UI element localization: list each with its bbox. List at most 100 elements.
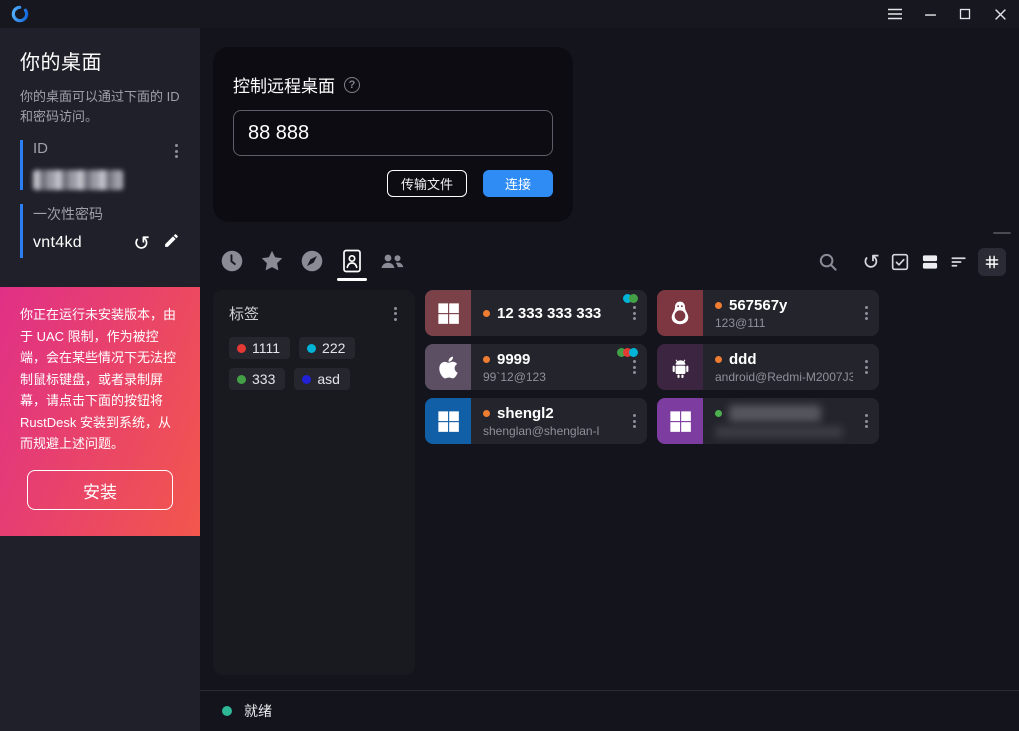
peer-menu-button[interactable] [631, 304, 638, 322]
minimize-button[interactable] [919, 3, 941, 25]
peer-menu-button[interactable] [863, 412, 870, 430]
peer-card[interactable] [657, 398, 879, 444]
peer-subtitle-redacted [715, 426, 843, 438]
windows-icon [425, 290, 471, 336]
clock-icon [219, 248, 245, 274]
peer-name: ddd [729, 351, 757, 368]
maximize-button[interactable] [954, 3, 976, 25]
view-grid-button[interactable] [978, 248, 1006, 276]
control-remote-desktop-card: 控制远程桌面 ? 传输文件 连接 [213, 47, 573, 222]
tag-label: 333 [252, 371, 275, 387]
menu-hamburger-icon[interactable] [884, 3, 906, 25]
refresh-password-icon[interactable]: ↺ [133, 233, 150, 253]
transfer-file-button[interactable]: 传输文件 [387, 170, 467, 197]
tags-panel: 标签 1111222333asd [213, 290, 415, 675]
windows-icon [657, 398, 703, 444]
peer-card[interactable]: 12 333 333 333 [425, 290, 647, 336]
star-icon [259, 248, 285, 274]
tab-discovered[interactable] [300, 248, 324, 281]
peer-card[interactable]: 9999 99`12@123 [425, 344, 647, 390]
password-label: 一次性密码 [33, 204, 180, 224]
peer-subtitle: shenglan@shenglan-l [483, 424, 621, 438]
view-cards-button[interactable] [920, 252, 940, 272]
apple-icon [425, 344, 471, 390]
people-icon [378, 248, 406, 274]
tag-pill[interactable]: 222 [299, 337, 355, 359]
tab-favorites[interactable] [260, 248, 284, 281]
remote-id-input[interactable] [233, 110, 553, 156]
peer-status-dot [483, 410, 490, 417]
status-text: 就绪 [244, 701, 272, 721]
sidebar: 你的桌面 你的桌面可以通过下面的 ID 和密码访问。 ID 一次性密码 vnt4… [0, 28, 200, 731]
install-button[interactable]: 安装 [27, 470, 173, 510]
edit-password-icon[interactable] [163, 232, 180, 254]
install-warning-banner: 你正在运行未安装版本，由于 UAC 限制，作为被控端，会在某些情况下无法控制鼠标… [0, 287, 200, 536]
peer-subtitle: 123@111 [715, 316, 853, 330]
checkbox-icon [889, 251, 911, 273]
connect-button[interactable]: 连接 [483, 170, 553, 197]
search-icon [817, 251, 839, 273]
peer-menu-button[interactable] [631, 412, 638, 430]
kebab-menu-icon [631, 304, 638, 322]
compass-icon [299, 248, 325, 274]
rustdesk-logo-icon [10, 4, 30, 24]
tab-groups[interactable] [380, 248, 404, 281]
tag-color-dot [302, 375, 311, 384]
tags-menu-button[interactable] [392, 305, 399, 323]
peer-name-redacted [729, 405, 821, 422]
kebab-menu-icon [631, 412, 638, 430]
peer-tag-dots [620, 348, 638, 357]
peer-status-dot [715, 356, 722, 363]
sidebar-description: 你的桌面可以通过下面的 ID 和密码访问。 [20, 87, 180, 126]
tag-color-dot [237, 375, 246, 384]
sidebar-title: 你的桌面 [20, 46, 180, 75]
peer-menu-button[interactable] [863, 304, 870, 322]
peer-name: 567567y [729, 297, 787, 314]
tag-color-dot [237, 344, 246, 353]
id-label: ID [33, 140, 180, 157]
scrollbar-thumb[interactable] [993, 232, 1011, 234]
tab-address-book[interactable] [340, 248, 364, 281]
active-tab-underline [337, 278, 367, 281]
status-dot [222, 706, 232, 716]
help-icon[interactable]: ? [344, 77, 360, 93]
address-book-icon [340, 248, 364, 274]
titlebar [0, 0, 1019, 28]
rustdesk-window: 你的桌面 你的桌面可以通过下面的 ID 和密码访问。 ID 一次性密码 vnt4… [0, 0, 1019, 731]
kebab-menu-icon [863, 304, 870, 322]
peer-status-dot [715, 302, 722, 309]
peer-menu-button[interactable] [631, 358, 638, 376]
windows-icon [425, 398, 471, 444]
tag-pill[interactable]: 1111 [229, 337, 290, 359]
peer-subtitle: 99`12@123 [483, 370, 621, 384]
kebab-menu-icon [631, 358, 638, 376]
tag-color-dot [307, 344, 316, 353]
cards-view-icon [920, 252, 940, 272]
peer-name: 12 333 333 333 [497, 305, 601, 322]
peer-menu-button[interactable] [863, 358, 870, 376]
peer-status-dot [715, 410, 722, 417]
tag-label: 222 [322, 340, 345, 356]
tag-pill[interactable]: 333 [229, 368, 285, 390]
sort-button[interactable] [949, 252, 969, 272]
android-icon [657, 344, 703, 390]
peer-card[interactable]: dddandroid@Redmi-M2007J3SC [657, 344, 879, 390]
main-panel: 控制远程桌面 ? 传输文件 连接 [200, 28, 1019, 731]
close-button[interactable] [989, 3, 1011, 25]
peer-name: 9999 [497, 351, 530, 368]
search-button[interactable] [817, 251, 839, 273]
peer-card[interactable]: shengl2shenglan@shenglan-l [425, 398, 647, 444]
tag-label: 1111 [252, 340, 280, 356]
warning-text: 你正在运行未安装版本，由于 UAC 限制，作为被控端，会在某些情况下无法控制鼠标… [20, 307, 176, 451]
select-peers-button[interactable] [889, 251, 911, 273]
kebab-menu-icon [173, 142, 180, 160]
grid-icon [983, 253, 1001, 271]
refresh-peers-icon[interactable]: ↺ [862, 252, 880, 273]
id-value-redacted [33, 170, 123, 190]
id-menu-button[interactable] [173, 142, 180, 160]
tag-pill[interactable]: asd [294, 368, 350, 390]
peer-card[interactable]: 567567y 123@111 [657, 290, 879, 336]
peer-status-dot [483, 310, 490, 317]
tab-recent-sessions[interactable] [220, 248, 244, 281]
tags-list: 1111 222 333 asd [229, 337, 399, 390]
